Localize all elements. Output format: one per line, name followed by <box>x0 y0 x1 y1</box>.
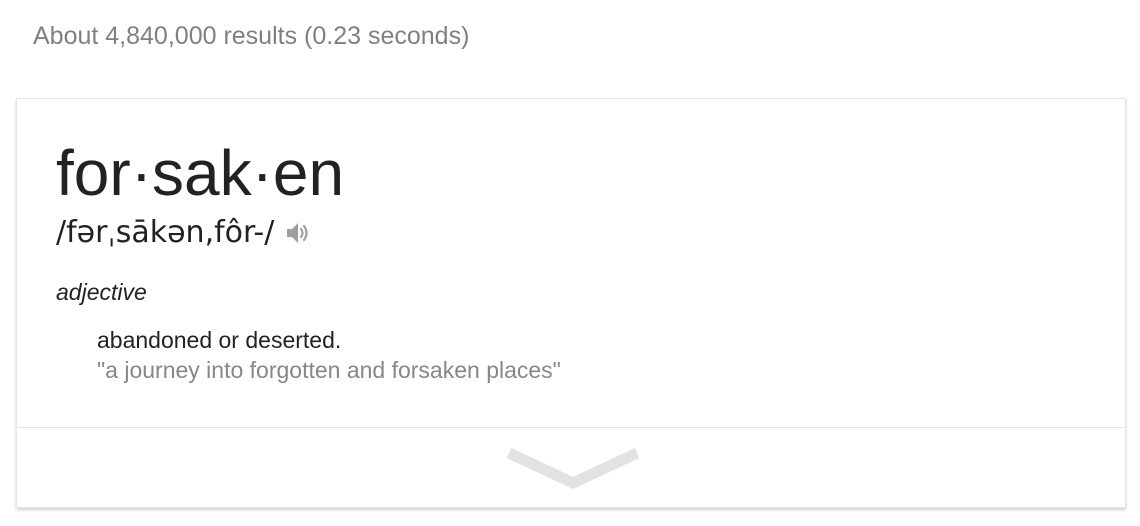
pronunciation: /fərˌsākən,fôr-/ <box>56 215 275 250</box>
chevron-down-icon <box>506 448 640 490</box>
result-stats: About 4,840,000 results (0.23 seconds) <box>33 22 470 50</box>
expand-definitions-button[interactable] <box>506 445 640 493</box>
card-divider <box>17 427 1125 428</box>
search-results-page: About 4,840,000 results (0.23 seconds) f… <box>0 0 1140 526</box>
part-of-speech: adjective <box>56 279 147 305</box>
pronunciation-row: /fərˌsākən,fôr-/ <box>56 215 314 250</box>
example-sentence: "a journey into forgotten and forsaken p… <box>97 357 561 383</box>
headword: for·sak·en <box>56 137 345 209</box>
definition-text: abandoned or deserted. <box>97 327 342 353</box>
dictionary-card: for·sak·en /fərˌsākən,fôr-/ adjective ab… <box>16 98 1126 508</box>
speaker-icon[interactable] <box>284 220 314 246</box>
